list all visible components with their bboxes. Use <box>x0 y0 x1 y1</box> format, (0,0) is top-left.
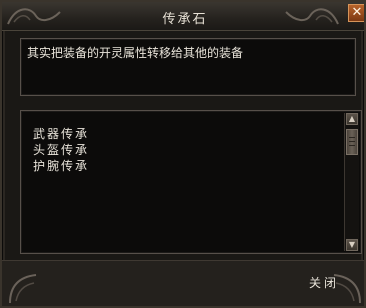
description-text: 其实把装备的开灵属性转移给其他的装备 <box>27 46 244 60</box>
list-item-helmet[interactable]: 头盔传承 <box>33 142 89 158</box>
scrollbar[interactable]: ▲ ▼ <box>344 113 359 251</box>
close-icon[interactable]: ✕ <box>348 4 364 22</box>
inheritance-list-panel: 武器传承 头盔传承 护腕传承 ▲ ▼ <box>20 110 362 254</box>
corner-ornament-right-icon <box>333 274 361 304</box>
description-panel: 其实把装备的开灵属性转移给其他的装备 <box>20 38 356 96</box>
scroll-up-icon[interactable]: ▲ <box>346 113 358 125</box>
list-item-weapon[interactable]: 武器传承 <box>33 126 89 142</box>
right-ornament-icon <box>285 8 339 25</box>
list-item-bracer[interactable]: 护腕传承 <box>33 158 89 174</box>
title-bar[interactable]: 传承石 ✕ <box>2 2 364 31</box>
inheritance-list: 武器传承 头盔传承 护腕传承 <box>33 126 89 174</box>
corner-ornament-left-icon <box>9 274 37 304</box>
inheritance-stone-window: 传承石 ✕ 其实把装备的开灵属性转移给其他的装备 武器传承 头盔传承 护腕传承 … <box>0 0 366 308</box>
scroll-down-icon[interactable]: ▼ <box>346 239 358 251</box>
scroll-thumb[interactable] <box>346 129 358 155</box>
footer-bar: 关闭 <box>2 260 364 306</box>
